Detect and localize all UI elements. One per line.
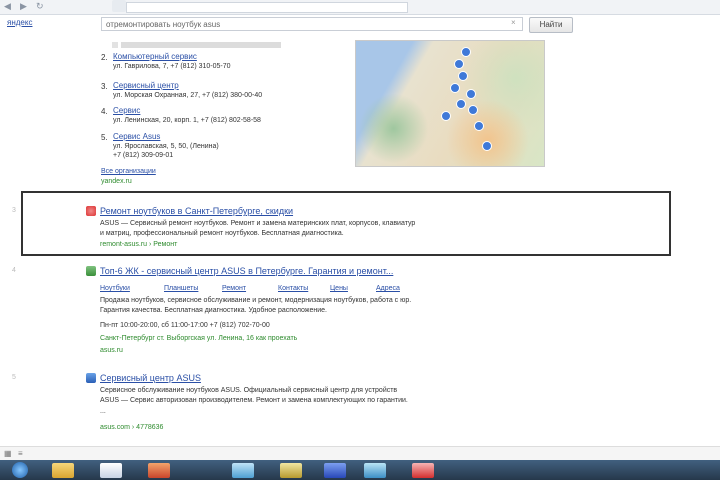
browser-toolbar: ◀ ▶ ↻ bbox=[0, 0, 720, 15]
explorer-taskbar-icon[interactable] bbox=[52, 463, 74, 478]
result-hours: Пн-пт 10:00-20:00, сб 11:00-17:00 +7 (81… bbox=[100, 322, 270, 329]
result-index: 3 bbox=[12, 207, 16, 214]
search-button[interactable]: Найти bbox=[529, 17, 573, 33]
app-taskbar-icon[interactable] bbox=[412, 463, 434, 478]
place-previous-address bbox=[121, 42, 281, 48]
result-snippet: Продажа ноутбуков, сервисное обслуживани… bbox=[100, 297, 412, 304]
yandex-logo-link[interactable]: яндекс bbox=[7, 18, 32, 27]
address-bar[interactable] bbox=[126, 2, 408, 13]
back-icon[interactable]: ◀ bbox=[4, 1, 11, 12]
place-number: 3. bbox=[101, 82, 108, 91]
place-link[interactable]: Сервис bbox=[113, 106, 140, 115]
sitelink[interactable]: Ремонт bbox=[222, 285, 246, 292]
app-taskbar-icon[interactable] bbox=[324, 463, 346, 478]
map-pin-icon[interactable] bbox=[474, 121, 484, 131]
browser-taskbar-icon[interactable] bbox=[148, 463, 170, 478]
place-link[interactable]: Компьютерный сервис bbox=[113, 52, 197, 61]
sitelink[interactable]: Ноутбуки bbox=[100, 285, 130, 292]
grid-icon[interactable]: ▦ bbox=[4, 449, 12, 458]
place-address: ул. Ярославская, 5, 50, (Ленина) bbox=[113, 143, 219, 150]
place-address: ул. Ленинская, 20, корп. 1, +7 (812) 802… bbox=[113, 117, 261, 124]
result-url[interactable]: asus.com › 4778636 bbox=[100, 424, 163, 431]
home-icon[interactable] bbox=[112, 0, 126, 12]
map-pin-icon[interactable] bbox=[482, 141, 492, 151]
place-link[interactable]: Сервисный центр bbox=[113, 81, 179, 90]
menu-icon[interactable]: ≡ bbox=[18, 449, 23, 458]
map-pin-icon[interactable] bbox=[461, 47, 471, 57]
map-pin-icon[interactable] bbox=[441, 111, 451, 121]
place-number: 4. bbox=[101, 107, 108, 116]
place-marker-icon bbox=[112, 42, 118, 48]
result-favicon bbox=[86, 266, 96, 276]
result-favicon bbox=[86, 206, 96, 216]
app-taskbar-icon[interactable] bbox=[364, 463, 386, 478]
reload-icon[interactable]: ↻ bbox=[36, 1, 44, 12]
result-title-link[interactable]: Сервисный центр ASUS bbox=[100, 373, 201, 383]
result-url[interactable]: remont-asus.ru › Ремонт bbox=[100, 241, 177, 248]
result-snippet: и матриц, профессиональный ремонт ноутбу… bbox=[100, 230, 344, 237]
map-thumbnail[interactable] bbox=[355, 40, 545, 167]
place-number: 2. bbox=[101, 53, 108, 62]
result-snippet: ASUS — Сервисный ремонт ноутбуков. Ремон… bbox=[100, 220, 416, 227]
place-link[interactable]: Сервис Asus bbox=[113, 132, 160, 141]
place-address: ул. Гаврилова, 7, +7 (812) 310-05-70 bbox=[113, 63, 231, 70]
sitelink[interactable]: Планшеты bbox=[164, 285, 198, 292]
map-pin-icon[interactable] bbox=[454, 59, 464, 69]
result-title-link[interactable]: Ремонт ноутбуков в Санкт-Петербурге, ски… bbox=[100, 206, 293, 216]
map-pin-icon[interactable] bbox=[468, 105, 478, 115]
document-taskbar-icon[interactable] bbox=[100, 463, 122, 478]
map-pin-icon[interactable] bbox=[466, 89, 476, 99]
sitelink[interactable]: Контакты bbox=[278, 285, 308, 292]
forward-icon[interactable]: ▶ bbox=[20, 1, 27, 12]
all-places-link[interactable]: Все организации bbox=[101, 168, 156, 175]
result-index: 4 bbox=[12, 267, 16, 274]
result-title-link[interactable]: Топ-6 ЖК - сервисный центр ASUS в Петерб… bbox=[100, 266, 393, 276]
sitelink[interactable]: Цены bbox=[330, 285, 348, 292]
app-taskbar-icon[interactable] bbox=[280, 463, 302, 478]
place-address: ул. Морская Охранная, 27, +7 (812) 380-0… bbox=[113, 92, 263, 99]
map-pin-icon[interactable] bbox=[450, 83, 460, 93]
place-number: 5. bbox=[101, 133, 108, 142]
result-snippet: Гарантия качества. Бесплатная диагностик… bbox=[100, 307, 328, 314]
browser-status-bar: ▦ ≡ bbox=[0, 446, 720, 461]
sitelink[interactable]: Адреса bbox=[376, 285, 400, 292]
result-snippet: Сервисное обслуживание ноутбуков ASUS. О… bbox=[100, 387, 398, 394]
result-favicon bbox=[86, 373, 96, 383]
clear-icon[interactable]: × bbox=[511, 18, 516, 27]
start-button-icon[interactable] bbox=[12, 462, 28, 478]
map-pin-icon[interactable] bbox=[456, 99, 466, 109]
result-snippet: ASUS — Сервис авторизован производителем… bbox=[100, 397, 408, 404]
app-taskbar-icon[interactable] bbox=[232, 463, 254, 478]
result-index: 5 bbox=[12, 374, 16, 381]
map-pin-icon[interactable] bbox=[458, 71, 468, 81]
result-url[interactable]: asus.ru bbox=[100, 347, 123, 354]
search-input[interactable]: отремонтировать ноутбук asus bbox=[101, 17, 523, 31]
result-snippet: ... bbox=[100, 408, 106, 415]
result-url[interactable]: Санкт-Петербург ст. Выборгская ул. Ленин… bbox=[100, 335, 297, 342]
place-phone: +7 (812) 309-09-01 bbox=[113, 152, 174, 159]
places-url: yandex.ru bbox=[101, 178, 132, 185]
